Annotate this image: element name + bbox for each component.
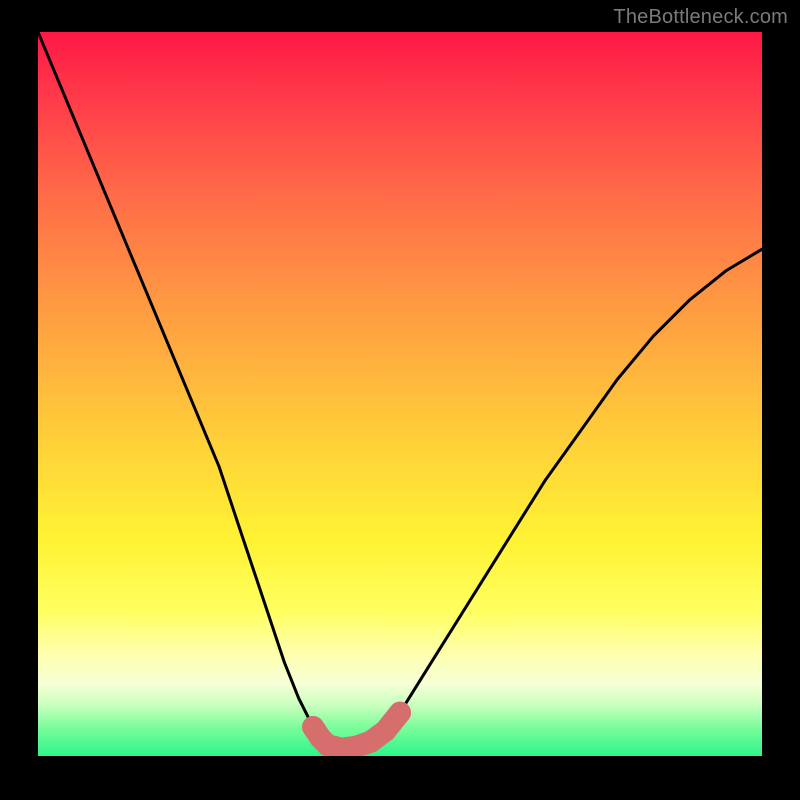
chart-svg — [38, 32, 762, 756]
chart-frame: TheBottleneck.com — [0, 0, 800, 800]
bottleneck-curve — [38, 32, 762, 749]
optimal-range-markers — [302, 702, 411, 756]
watermark-text: TheBottleneck.com — [613, 6, 788, 29]
chart-plot-area — [38, 32, 762, 756]
